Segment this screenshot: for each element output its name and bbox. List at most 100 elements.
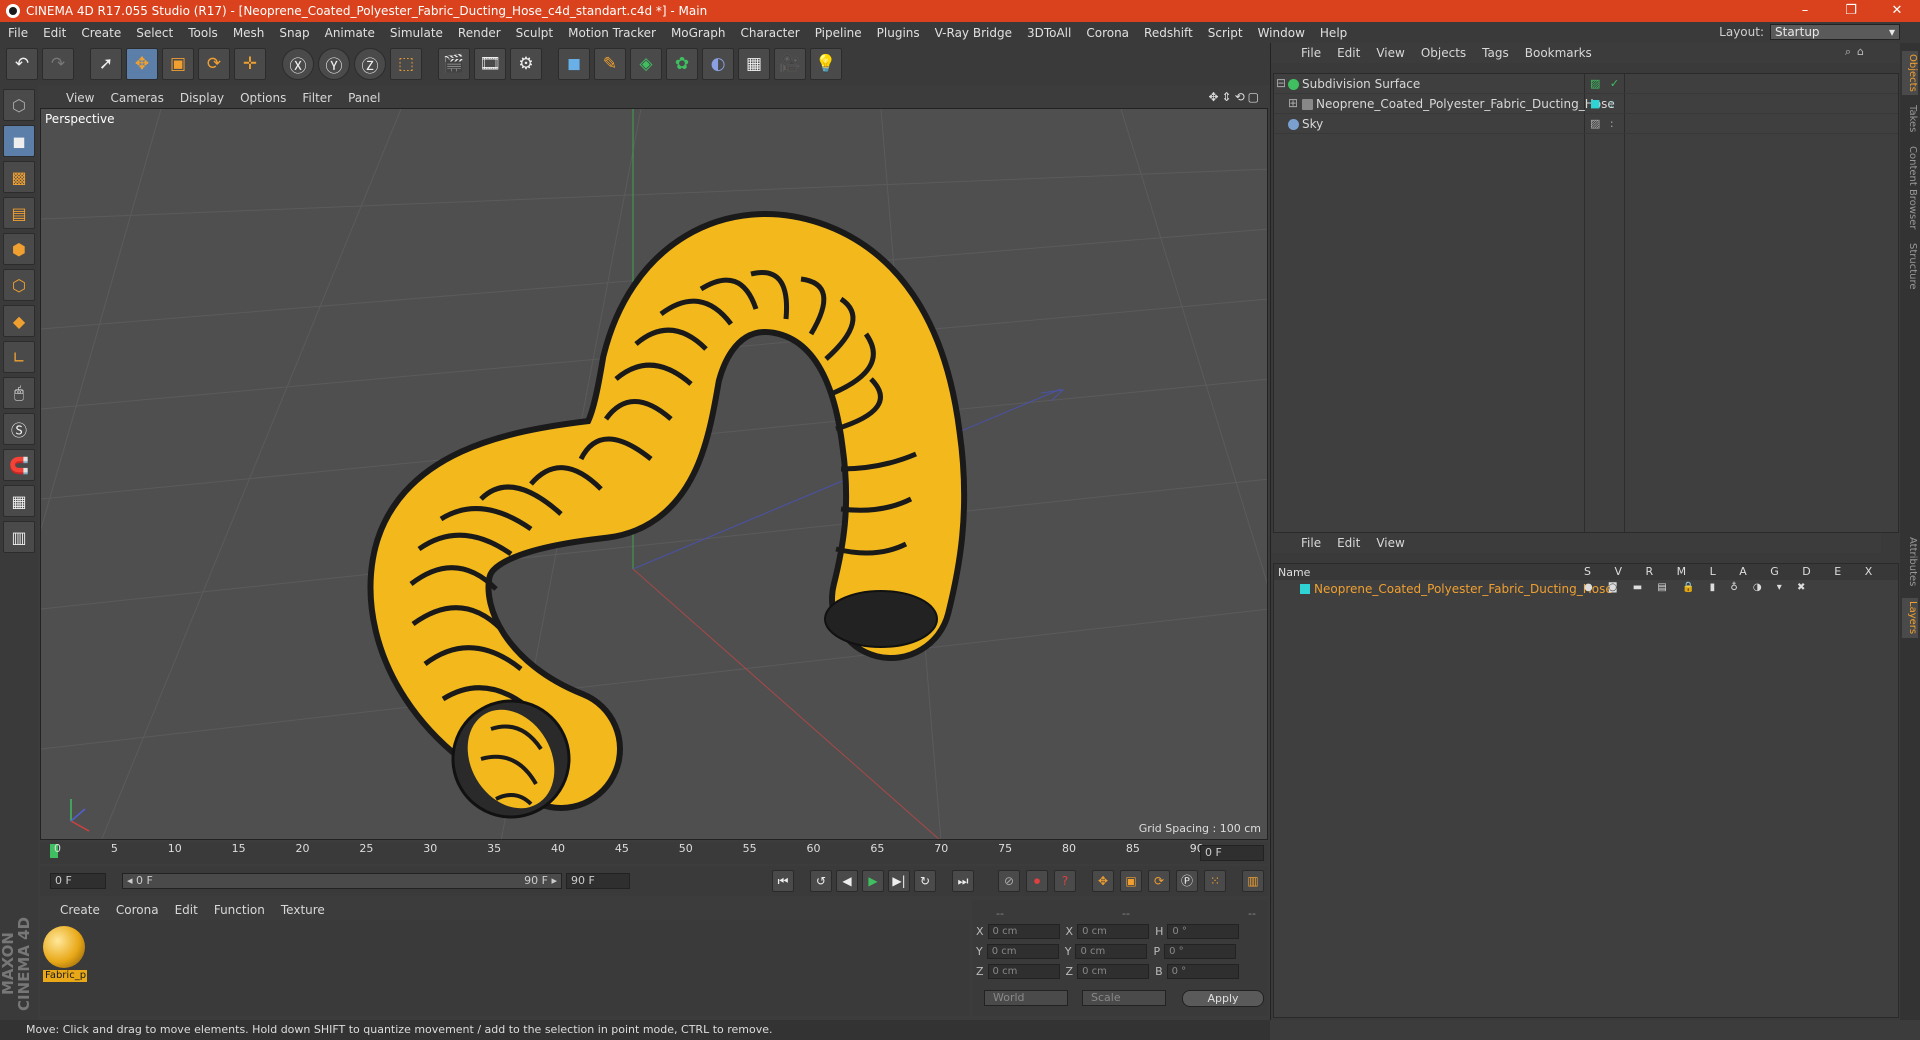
menu-pipeline[interactable]: Pipeline <box>815 26 862 40</box>
layer-row[interactable]: Neoprene_Coated_Polyester_Fabric_Ducting… <box>1274 580 1898 598</box>
material-menu-function[interactable]: Function <box>214 903 265 917</box>
deformer-icon[interactable]: ◐ <box>702 48 734 80</box>
x-axis-lock-icon[interactable]: Ⓧ <box>282 48 314 80</box>
material-menu-edit[interactable]: Edit <box>175 903 198 917</box>
keyframe-selection-icon[interactable]: ⊘ <box>998 870 1020 892</box>
next-key-icon[interactable]: ↻ <box>914 870 936 892</box>
menu-motion-tracker[interactable]: Motion Tracker <box>568 26 656 40</box>
tab-structure[interactable]: Structure <box>1902 239 1918 293</box>
apply-button[interactable]: Apply <box>1182 990 1264 1007</box>
key-pla-icon[interactable]: ⁙ <box>1204 870 1226 892</box>
play-icon[interactable]: ▶ <box>862 870 884 892</box>
key-scale-icon[interactable]: ▣ <box>1120 870 1142 892</box>
size-z-field[interactable]: 0 cm <box>1077 963 1150 979</box>
snap-icon[interactable]: Ⓢ <box>3 413 35 445</box>
polygons-mode-icon[interactable]: ◆ <box>3 305 35 337</box>
object-row-subdivision-surface[interactable]: ⊟ Subdivision Surface ▨ ✓ <box>1274 74 1898 94</box>
cube-primitive-icon[interactable]: ◼ <box>558 48 590 80</box>
object-visibility-flags[interactable]: ■ : <box>1590 97 1617 110</box>
frame-range-slider[interactable]: ◂ 0 F 90 F ▸ <box>122 873 562 889</box>
floor-icon[interactable]: ▦ <box>738 48 770 80</box>
make-editable-icon[interactable]: ⬡ <box>3 89 35 121</box>
coordinate-space-dropdown[interactable]: World <box>984 990 1068 1006</box>
render-settings-icon[interactable]: ⚙ <box>510 48 542 80</box>
object-row-ducting-hose[interactable]: ⊞ Neoprene_Coated_Polyester_Fabric_Ducti… <box>1274 94 1898 114</box>
points-mode-icon[interactable]: ⬢ <box>3 233 35 265</box>
expand-icon[interactable]: ⊞ <box>1288 96 1298 110</box>
menu-plugins[interactable]: Plugins <box>877 26 920 40</box>
select-arrow-icon[interactable]: ➚ <box>90 48 122 80</box>
grid-snap-icon[interactable]: ▥ <box>3 521 35 553</box>
perspective-viewport[interactable]: Perspective Grid Spacing : 100 cm <box>40 108 1268 840</box>
record-keys-icon[interactable]: ⏺ <box>1026 870 1048 892</box>
object-row-sky[interactable]: Sky ▨ : <box>1274 114 1898 134</box>
move-tool-icon[interactable]: ✥ <box>126 48 158 80</box>
undo-icon[interactable]: ↶ <box>6 48 38 80</box>
menu-3dtoall[interactable]: 3DToAll <box>1027 26 1071 40</box>
workplane-mode-icon[interactable]: ▤ <box>3 197 35 229</box>
menu-corona[interactable]: Corona <box>1086 26 1129 40</box>
menu-tools[interactable]: Tools <box>188 26 218 40</box>
coordinate-system-icon[interactable]: ⬚ <box>390 48 422 80</box>
size-y-field[interactable]: 0 cm <box>1075 943 1148 959</box>
scale-tool-icon[interactable]: ▣ <box>162 48 194 80</box>
magnet-icon[interactable]: 🧲 <box>3 449 35 481</box>
rotation-p-field[interactable]: 0 ° <box>1164 943 1237 959</box>
rotation-b-field[interactable]: 0 ° <box>1166 963 1239 979</box>
viewport-menu-display[interactable]: Display <box>180 91 224 105</box>
z-axis-lock-icon[interactable]: Ⓩ <box>354 48 386 80</box>
viewport-menu-filter[interactable]: Filter <box>302 91 332 105</box>
material-name-label[interactable]: Fabric_p <box>43 970 87 982</box>
menu-create[interactable]: Create <box>81 26 121 40</box>
layer-color-swatch[interactable] <box>1300 584 1310 594</box>
subdivision-surface-icon[interactable]: ◈ <box>630 48 662 80</box>
timeline-window-icon[interactable]: ▥ <box>1242 870 1264 892</box>
object-manager-search-icon[interactable]: ⌕⌂ <box>1845 45 1870 59</box>
position-y-field[interactable]: 0 cm <box>986 943 1059 959</box>
menu-sculpt[interactable]: Sculpt <box>516 26 553 40</box>
maximize-button[interactable]: ❐ <box>1828 0 1874 22</box>
go-to-start-icon[interactable]: ⏮ <box>772 870 794 892</box>
camera-icon[interactable]: 🎥 <box>774 48 806 80</box>
redo-icon[interactable]: ↷ <box>42 48 74 80</box>
menu-script[interactable]: Script <box>1208 26 1243 40</box>
start-frame-field[interactable]: 0 F <box>50 873 106 889</box>
texture-mode-icon[interactable]: ▩ <box>3 161 35 193</box>
edges-mode-icon[interactable]: ⬡ <box>3 269 35 301</box>
y-axis-lock-icon[interactable]: Ⓨ <box>318 48 350 80</box>
material-menu-corona[interactable]: Corona <box>116 903 159 917</box>
layer-menu-view[interactable]: View <box>1376 536 1404 550</box>
close-button[interactable]: ✕ <box>1874 0 1920 22</box>
menu-help[interactable]: Help <box>1320 26 1347 40</box>
layer-flag-icons[interactable]: ● ◙ ▬ ▤ 🔒 ▮ ♁ ◑ ▾ ✖ <box>1584 582 1811 593</box>
size-x-field[interactable]: 0 cm <box>1077 923 1150 939</box>
key-rotation-icon[interactable]: ⟳ <box>1148 870 1170 892</box>
layer-menu-file[interactable]: File <box>1301 536 1321 550</box>
autokeying-icon[interactable]: ? <box>1054 870 1076 892</box>
tab-objects[interactable]: Objects <box>1902 51 1918 95</box>
object-menu-file[interactable]: File <box>1301 46 1321 60</box>
tab-attributes[interactable]: Attributes <box>1902 533 1918 591</box>
menu-file[interactable]: File <box>8 26 28 40</box>
object-menu-edit[interactable]: Edit <box>1337 46 1360 60</box>
rotation-h-field[interactable]: 0 ° <box>1167 923 1240 939</box>
menu-mograph[interactable]: MoGraph <box>671 26 726 40</box>
object-menu-bookmarks[interactable]: Bookmarks <box>1525 46 1592 60</box>
key-position-icon[interactable]: ✥ <box>1092 870 1114 892</box>
position-x-field[interactable]: 0 cm <box>987 923 1060 939</box>
layout-dropdown[interactable]: Startup <box>1770 24 1900 40</box>
ducting-hose-model[interactable] <box>367 211 968 838</box>
object-visibility-flags[interactable]: ▨ : <box>1590 117 1617 130</box>
menu-select[interactable]: Select <box>136 26 173 40</box>
layer-menu-edit[interactable]: Edit <box>1337 536 1360 550</box>
rotate-tool-icon[interactable]: ⟳ <box>198 48 230 80</box>
expand-icon[interactable]: ⊟ <box>1276 76 1286 90</box>
object-menu-tags[interactable]: Tags <box>1482 46 1509 60</box>
tab-takes[interactable]: Takes <box>1902 101 1918 137</box>
menu-window[interactable]: Window <box>1258 26 1305 40</box>
menu-redshift[interactable]: Redshift <box>1144 26 1193 40</box>
go-to-end-icon[interactable]: ⏭ <box>952 870 974 892</box>
model-mode-icon[interactable]: ◼ <box>3 125 35 157</box>
material-menu-texture[interactable]: Texture <box>281 903 325 917</box>
menu-render[interactable]: Render <box>458 26 501 40</box>
